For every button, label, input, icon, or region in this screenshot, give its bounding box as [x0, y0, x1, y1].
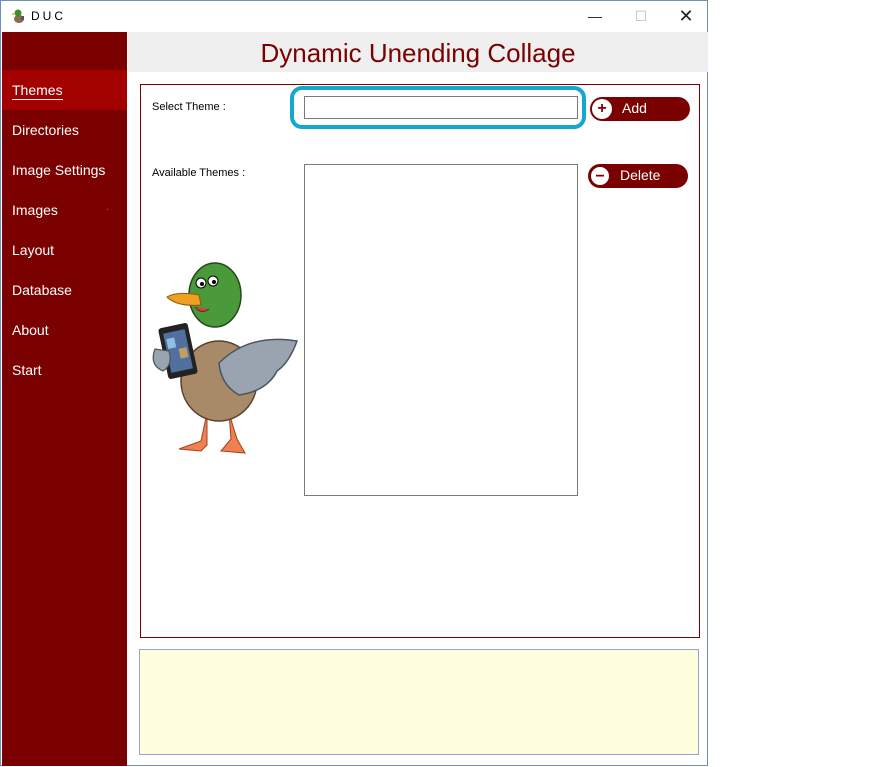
- sidebar-item-label: About: [12, 322, 49, 338]
- minimize-button[interactable]: —: [572, 1, 618, 31]
- sidebar-item-label: Database: [12, 282, 72, 298]
- maximize-button[interactable]: ☐: [618, 1, 664, 31]
- window-title: DUC: [31, 9, 66, 23]
- sidebar-item-directories[interactable]: Directories: [2, 110, 127, 150]
- select-theme-input[interactable]: [304, 96, 578, 119]
- page-title: Dynamic Unending Collage: [128, 32, 708, 72]
- duck-app-icon: [11, 9, 24, 23]
- sidebar: Themes Directories Image Settings Images…: [2, 32, 127, 766]
- available-themes-label: Available Themes :: [152, 167, 246, 179]
- sidebar-item-themes[interactable]: Themes: [2, 70, 127, 110]
- sidebar-item-image-settings[interactable]: Image Settings: [2, 150, 127, 190]
- delete-button-label: Delete: [620, 167, 661, 183]
- sidebar-item-label: Directories: [12, 122, 79, 138]
- sidebar-item-database[interactable]: Database: [2, 270, 127, 310]
- sidebar-item-label: Start: [12, 362, 42, 378]
- sidebar-item-label: Image Settings: [12, 162, 106, 178]
- sidebar-item-label: Images: [12, 202, 58, 218]
- select-theme-label: Select Theme :: [152, 101, 226, 113]
- title-bar: DUC — ☐ ✕: [1, 1, 707, 31]
- delete-button[interactable]: − Delete: [588, 164, 688, 188]
- sidebar-item-start[interactable]: Start: [2, 350, 127, 390]
- duck-with-phone-illustration: [152, 262, 299, 454]
- sidebar-item-label: Layout: [12, 242, 55, 258]
- sidebar-item-about[interactable]: About: [2, 310, 127, 350]
- dot-decoration: ·: [106, 204, 110, 215]
- status-message-box: [139, 649, 699, 755]
- sidebar-item-label: Themes: [12, 82, 63, 100]
- add-button-label: Add: [622, 100, 647, 116]
- add-button[interactable]: + Add: [590, 97, 690, 121]
- themes-panel: Select Theme : + Add Available Themes : …: [140, 84, 700, 638]
- sidebar-item-layout[interactable]: Layout: [2, 230, 127, 270]
- app-window: DUC — ☐ ✕ Themes Directories Image Setti…: [0, 0, 708, 766]
- close-button[interactable]: ✕: [663, 1, 709, 31]
- sidebar-item-images[interactable]: Images ·: [2, 190, 127, 230]
- plus-circle-icon: +: [592, 99, 612, 119]
- available-themes-list[interactable]: [304, 164, 578, 496]
- minus-circle-icon: −: [590, 166, 610, 186]
